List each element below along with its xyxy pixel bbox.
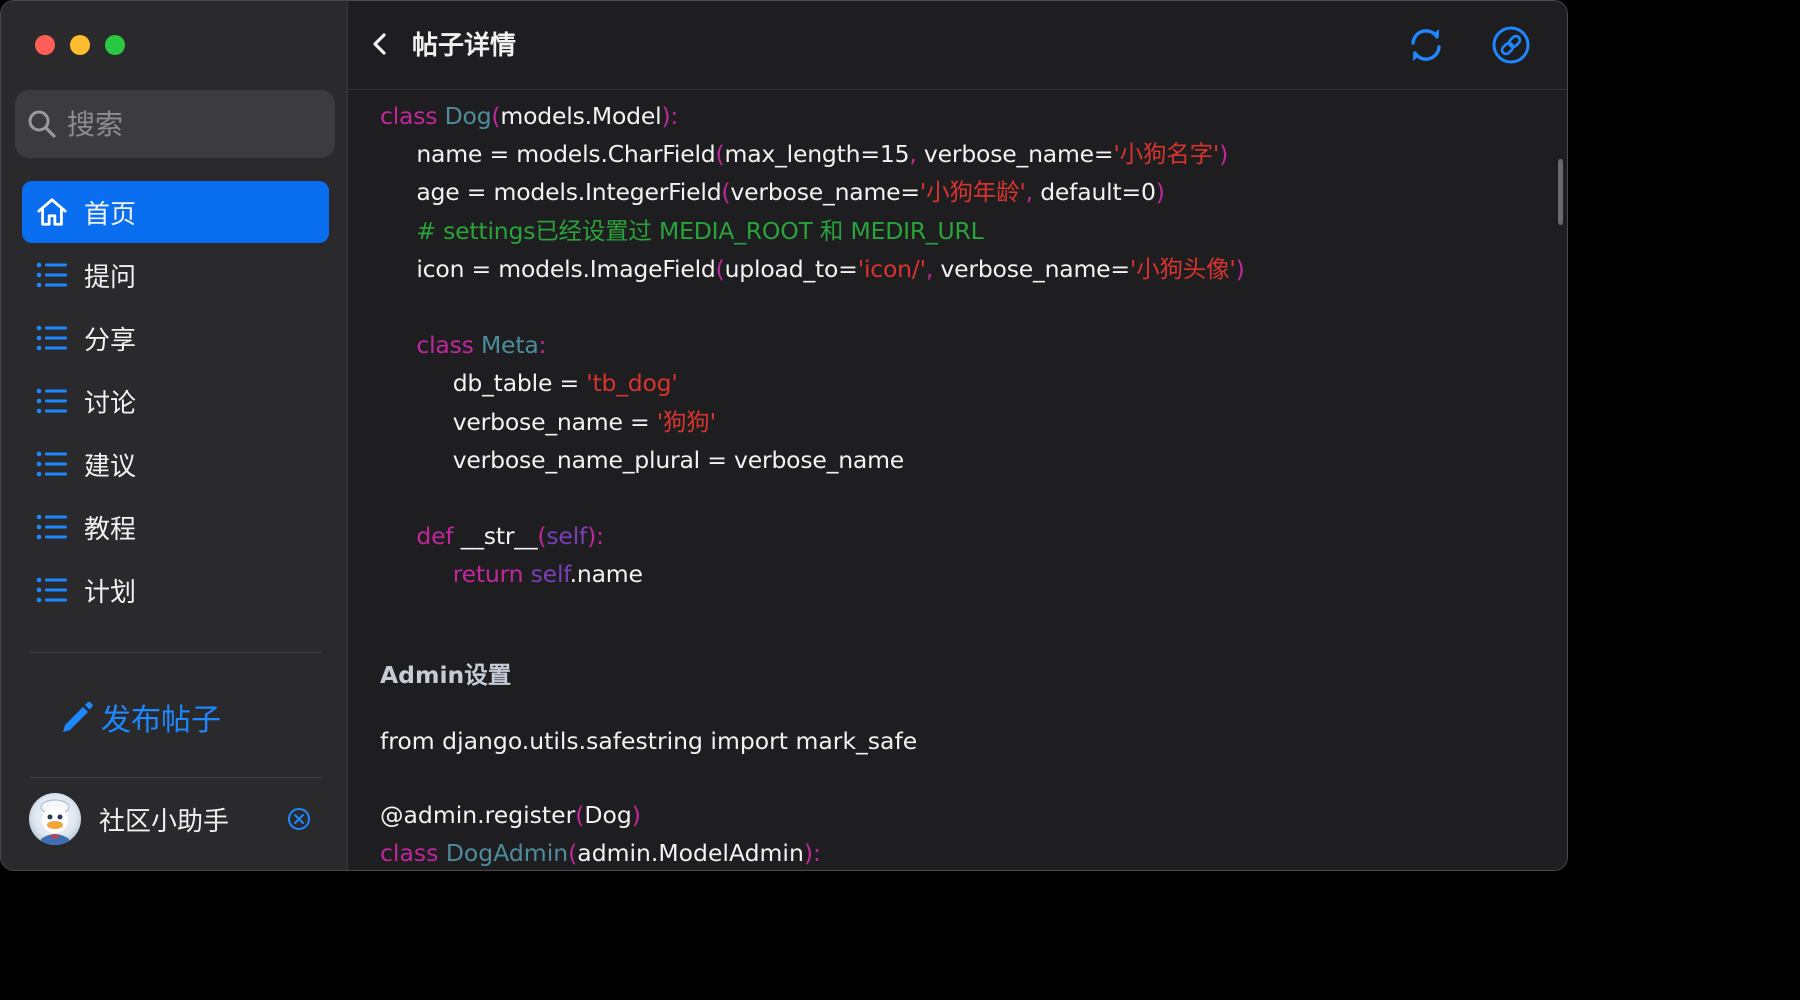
code-line: def __str__(self): xyxy=(416,522,604,551)
top-bar: 帖子详情 xyxy=(348,1,1567,90)
list-icon xyxy=(36,448,68,480)
list-icon xyxy=(36,511,68,543)
code-line: return self.name xyxy=(452,560,643,589)
sidebar-divider xyxy=(29,652,321,653)
decorator-line: @admin.register(Dog) xyxy=(380,801,641,829)
sidebar-item-label: 首页 xyxy=(84,199,137,230)
sidebar-item-share[interactable]: 分享 xyxy=(22,307,329,369)
sidebar-item-tutorials[interactable]: 教程 xyxy=(22,496,329,558)
app-window: 首页 提问 分享 讨论 xyxy=(0,0,1568,871)
main-content: 帖子详情 class Dog(models.Model): name = mod… xyxy=(348,1,1567,870)
home-icon xyxy=(36,196,68,228)
code-line: class Dog(models.Model): xyxy=(380,102,679,130)
avatar xyxy=(29,793,81,845)
sidebar-item-label: 提问 xyxy=(84,262,137,293)
user-name: 社区小助手 xyxy=(99,806,230,837)
post-code-block: class Dog(models.Model): name = models.C… xyxy=(380,97,1550,593)
zoom-window-button[interactable] xyxy=(105,35,125,55)
list-icon xyxy=(36,259,68,291)
close-window-button[interactable] xyxy=(35,35,55,55)
code-line: db_table = 'tb_dog' xyxy=(380,369,678,398)
sidebar-item-label: 讨论 xyxy=(84,388,137,419)
list-icon xyxy=(36,322,68,354)
code-line: # settings已经设置过 MEDIA_ROOT 和 MEDIR_URL xyxy=(416,216,984,245)
sidebar-item-home[interactable]: 首页 xyxy=(22,181,329,243)
search-input[interactable] xyxy=(65,106,309,142)
refresh-icon[interactable] xyxy=(1406,25,1446,65)
sidebar-divider xyxy=(29,777,321,778)
sidebar-item-label: 建议 xyxy=(84,451,137,482)
publish-label: 发布帖子 xyxy=(101,703,221,738)
list-icon xyxy=(36,574,68,606)
sidebar: 首页 提问 分享 讨论 xyxy=(1,1,348,870)
code-line: icon = models.ImageField(upload_to='icon… xyxy=(380,254,1245,283)
sidebar-item-label: 计划 xyxy=(84,577,137,608)
sidebar-item-discussion[interactable]: 讨论 xyxy=(22,370,329,432)
pencil-icon xyxy=(63,701,93,732)
code-line: name = models.CharField(max_length=15, v… xyxy=(380,140,1229,169)
close-circle-icon[interactable] xyxy=(287,807,311,831)
import-line: from django.utils.safestring import mark… xyxy=(380,727,918,755)
search-box[interactable] xyxy=(15,90,335,158)
code-line: class Meta: xyxy=(416,331,547,360)
section-heading: Admin设置 xyxy=(380,661,512,689)
sidebar-item-questions[interactable]: 提问 xyxy=(22,244,329,306)
sidebar-item-plans[interactable]: 计划 xyxy=(22,559,329,621)
sidebar-item-label: 分享 xyxy=(84,325,137,356)
code-line: age = models.IntegerField(verbose_name='… xyxy=(380,178,1165,207)
class-line: class DogAdmin(admin.ModelAdmin): xyxy=(380,839,821,867)
link-icon[interactable] xyxy=(1491,25,1531,65)
user-profile[interactable]: 社区小助手 xyxy=(29,791,311,847)
search-icon xyxy=(28,110,56,138)
sidebar-item-label: 教程 xyxy=(84,514,137,545)
sidebar-nav: 首页 提问 分享 讨论 建议 教程 计划 xyxy=(22,181,329,622)
window-controls xyxy=(35,35,125,55)
page-title: 帖子详情 xyxy=(412,31,517,61)
code-line: verbose_name_plural = verbose_name xyxy=(380,445,905,474)
back-chevron-icon[interactable] xyxy=(368,29,394,59)
publish-post-button[interactable]: 发布帖子 xyxy=(59,695,221,739)
sidebar-item-suggestions[interactable]: 建议 xyxy=(22,433,329,495)
list-icon xyxy=(36,385,68,417)
code-line: verbose_name = '狗狗' xyxy=(380,407,716,436)
minimize-window-button[interactable] xyxy=(70,35,90,55)
scrollbar-thumb[interactable] xyxy=(1558,159,1563,225)
